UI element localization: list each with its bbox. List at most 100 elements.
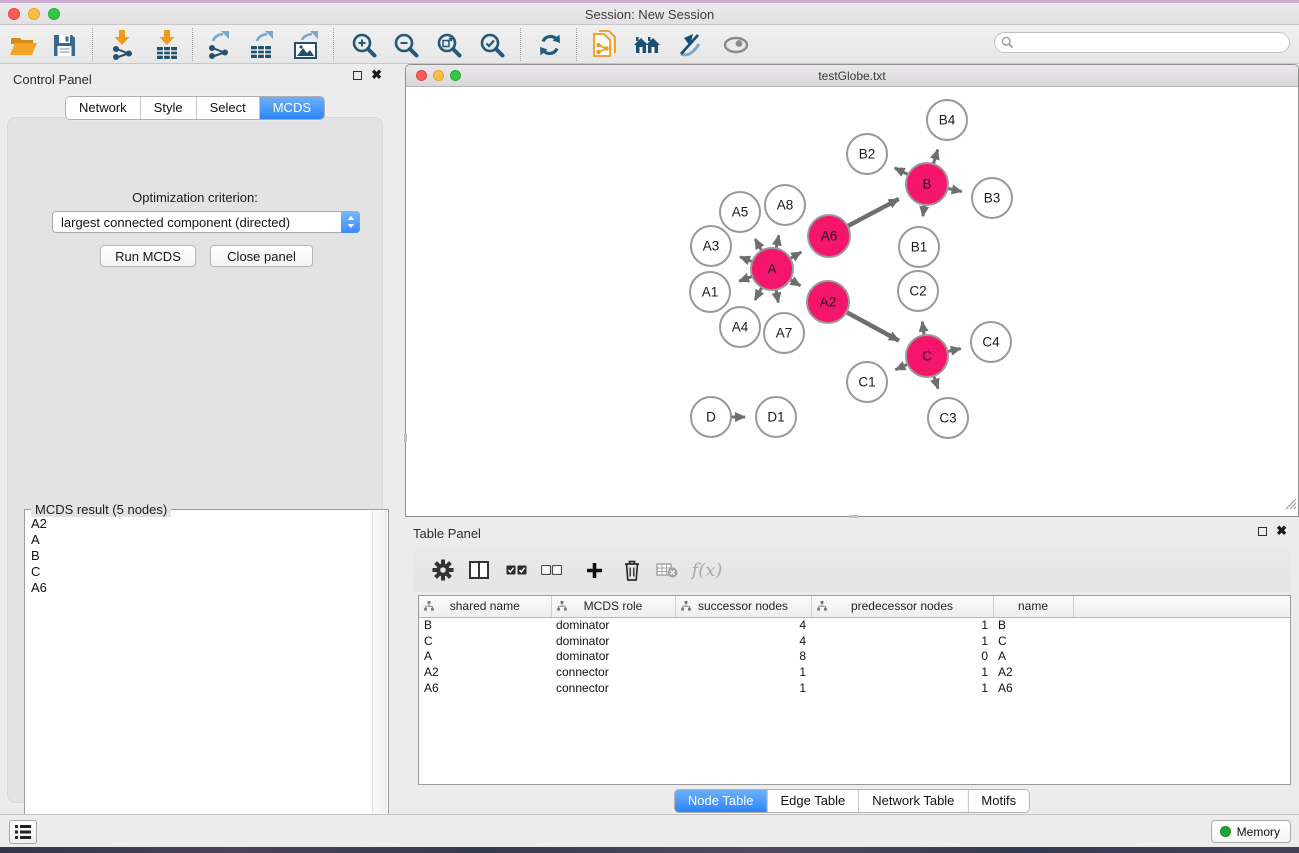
delete-column-icon[interactable] <box>616 554 648 586</box>
node-table[interactable]: shared nameMCDS rolesuccessor nodesprede… <box>418 595 1291 785</box>
gear-icon[interactable] <box>427 554 459 586</box>
graph-node-label-A6: A6 <box>821 229 838 244</box>
zoom-fit-icon[interactable] <box>433 29 465 61</box>
graph-edge-B-B4[interactable] <box>933 150 938 164</box>
cell-shared_name: A6 <box>419 680 551 696</box>
select-all-icon[interactable] <box>500 554 532 586</box>
tab-mcds[interactable]: MCDS <box>259 97 324 119</box>
cell-successor_nodes: 1 <box>675 664 811 680</box>
export-table-icon[interactable] <box>246 29 278 61</box>
zoom-selected-icon[interactable] <box>476 29 508 61</box>
export-network-icon[interactable] <box>203 29 235 61</box>
resize-grip-icon[interactable] <box>1284 497 1297 515</box>
column-header-predecessor_nodes[interactable]: predecessor nodes <box>811 596 993 617</box>
search-field[interactable] <box>994 32 1290 53</box>
deselect-all-icon[interactable] <box>535 554 567 586</box>
open-folder-icon[interactable] <box>7 29 39 61</box>
graph-node-label-C: C <box>922 349 932 364</box>
export-image-icon[interactable] <box>290 29 322 61</box>
hide-graphics-details-icon[interactable] <box>674 29 706 61</box>
graph-edge-B-B3[interactable] <box>948 188 962 191</box>
cell-filler <box>1073 680 1290 696</box>
table-row[interactable]: Cdominator41C <box>419 633 1290 649</box>
run-mcds-button[interactable]: Run MCDS <box>100 245 196 267</box>
tab-network[interactable]: Network <box>66 97 140 119</box>
memory-button[interactable]: Memory <box>1211 820 1291 843</box>
graph-edge-C-C1[interactable] <box>895 364 907 369</box>
graph-edge-A-A7[interactable] <box>776 290 778 303</box>
network-canvas[interactable]: B4B2BB3A8A5A6A3B1AA1C2A2A4A7C4CC1C3DD1 <box>406 87 1298 516</box>
mcds-panel: Optimization criterion: largest connecte… <box>7 117 383 803</box>
table-row[interactable]: Adominator80A <box>419 649 1290 665</box>
column-type-icon <box>681 601 691 611</box>
graph-edge-A-A1[interactable] <box>739 276 752 281</box>
table-row[interactable]: Bdominator41B <box>419 617 1290 633</box>
graph-edge-A-A2[interactable] <box>790 280 800 286</box>
splitter-tick[interactable] <box>404 433 407 442</box>
search-input[interactable] <box>1014 34 1289 51</box>
mcds-list-scrollbar[interactable] <box>372 511 387 845</box>
float-panel-icon[interactable] <box>353 71 362 80</box>
network-window-titlebar[interactable]: testGlobe.txt <box>406 65 1298 87</box>
show-annotations-eye-icon[interactable] <box>720 29 752 61</box>
graph-edge-C-C4[interactable] <box>948 349 961 352</box>
tab-network-table[interactable]: Network Table <box>858 790 967 812</box>
show-columns-icon[interactable] <box>463 554 495 586</box>
delete-table-icon[interactable] <box>651 554 683 586</box>
graph-edge-A2-C[interactable] <box>846 312 899 341</box>
graph-node-label-A3: A3 <box>703 239 720 254</box>
zoom-in-icon[interactable] <box>348 29 380 61</box>
mcds-result-item[interactable]: B <box>27 548 371 564</box>
cell-filler <box>1073 649 1290 665</box>
splitter-tick[interactable] <box>849 515 858 518</box>
tab-node-table[interactable]: Node Table <box>675 790 767 812</box>
cell-shared_name: B <box>419 617 551 633</box>
close-panel-icon[interactable]: ✖ <box>1276 526 1287 536</box>
home-pages-icon[interactable] <box>631 29 663 61</box>
mcds-result-item[interactable]: C <box>27 564 371 580</box>
tab-motifs[interactable]: Motifs <box>967 790 1029 812</box>
table-row[interactable]: A2connector11A2 <box>419 664 1290 680</box>
mcds-result-item[interactable]: A <box>27 532 371 548</box>
graph-edge-B-B1[interactable] <box>923 205 925 216</box>
graph-edge-A-A4[interactable] <box>755 287 762 300</box>
import-network-icon[interactable] <box>106 29 138 61</box>
mcds-result-item[interactable]: A2 <box>27 516 371 532</box>
tab-edge-table[interactable]: Edge Table <box>766 790 858 812</box>
graph-edge-A-A5[interactable] <box>755 239 762 251</box>
add-column-icon[interactable] <box>578 554 610 586</box>
graph-edge-A-A8[interactable] <box>776 235 779 248</box>
close-panel-icon[interactable]: ✖ <box>371 70 382 80</box>
cell-successor_nodes: 4 <box>675 633 811 649</box>
graph-edge-A-A3[interactable] <box>740 257 752 262</box>
tab-select[interactable]: Select <box>196 97 259 119</box>
mcds-result-item[interactable]: A6 <box>27 580 371 596</box>
column-header-mcds_role[interactable]: MCDS role <box>551 596 675 617</box>
cell-mcds_role: dominator <box>551 633 675 649</box>
import-table-icon[interactable] <box>151 29 183 61</box>
column-header-shared_name[interactable]: shared name <box>419 596 551 617</box>
tab-style[interactable]: Style <box>140 97 196 119</box>
zoom-out-icon[interactable] <box>390 29 422 61</box>
graph-edge-C-C3[interactable] <box>934 376 938 389</box>
float-panel-icon[interactable] <box>1258 527 1267 536</box>
close-panel-button[interactable]: Close panel <box>210 245 313 267</box>
network-from-file-icon[interactable] <box>588 29 620 61</box>
graph-edge-A-A6[interactable] <box>790 252 801 259</box>
cell-predecessor_nodes: 1 <box>811 617 993 633</box>
graph-edge-B-B2[interactable] <box>895 168 909 175</box>
column-header-successor_nodes[interactable]: successor nodes <box>675 596 811 617</box>
task-history-button[interactable] <box>9 820 37 844</box>
graph-node-label-B: B <box>922 177 931 192</box>
graph-edge-C-C2[interactable] <box>922 322 924 336</box>
network-view-window: testGlobe.txt B4B2BB3A8A5A6A3B1AA1C2A2A4… <box>405 64 1299 517</box>
table-row[interactable]: A6connector11A6 <box>419 680 1290 696</box>
cell-mcds_role: connector <box>551 664 675 680</box>
column-header-name[interactable]: name <box>993 596 1073 617</box>
function-builder-icon[interactable]: f(x) <box>691 554 723 586</box>
graph-edge-A6-B[interactable] <box>848 199 899 226</box>
save-session-icon[interactable] <box>48 29 80 61</box>
refresh-icon[interactable] <box>534 29 566 61</box>
cell-name: A <box>993 649 1073 665</box>
criterion-select[interactable]: largest connected component (directed) <box>52 211 360 233</box>
